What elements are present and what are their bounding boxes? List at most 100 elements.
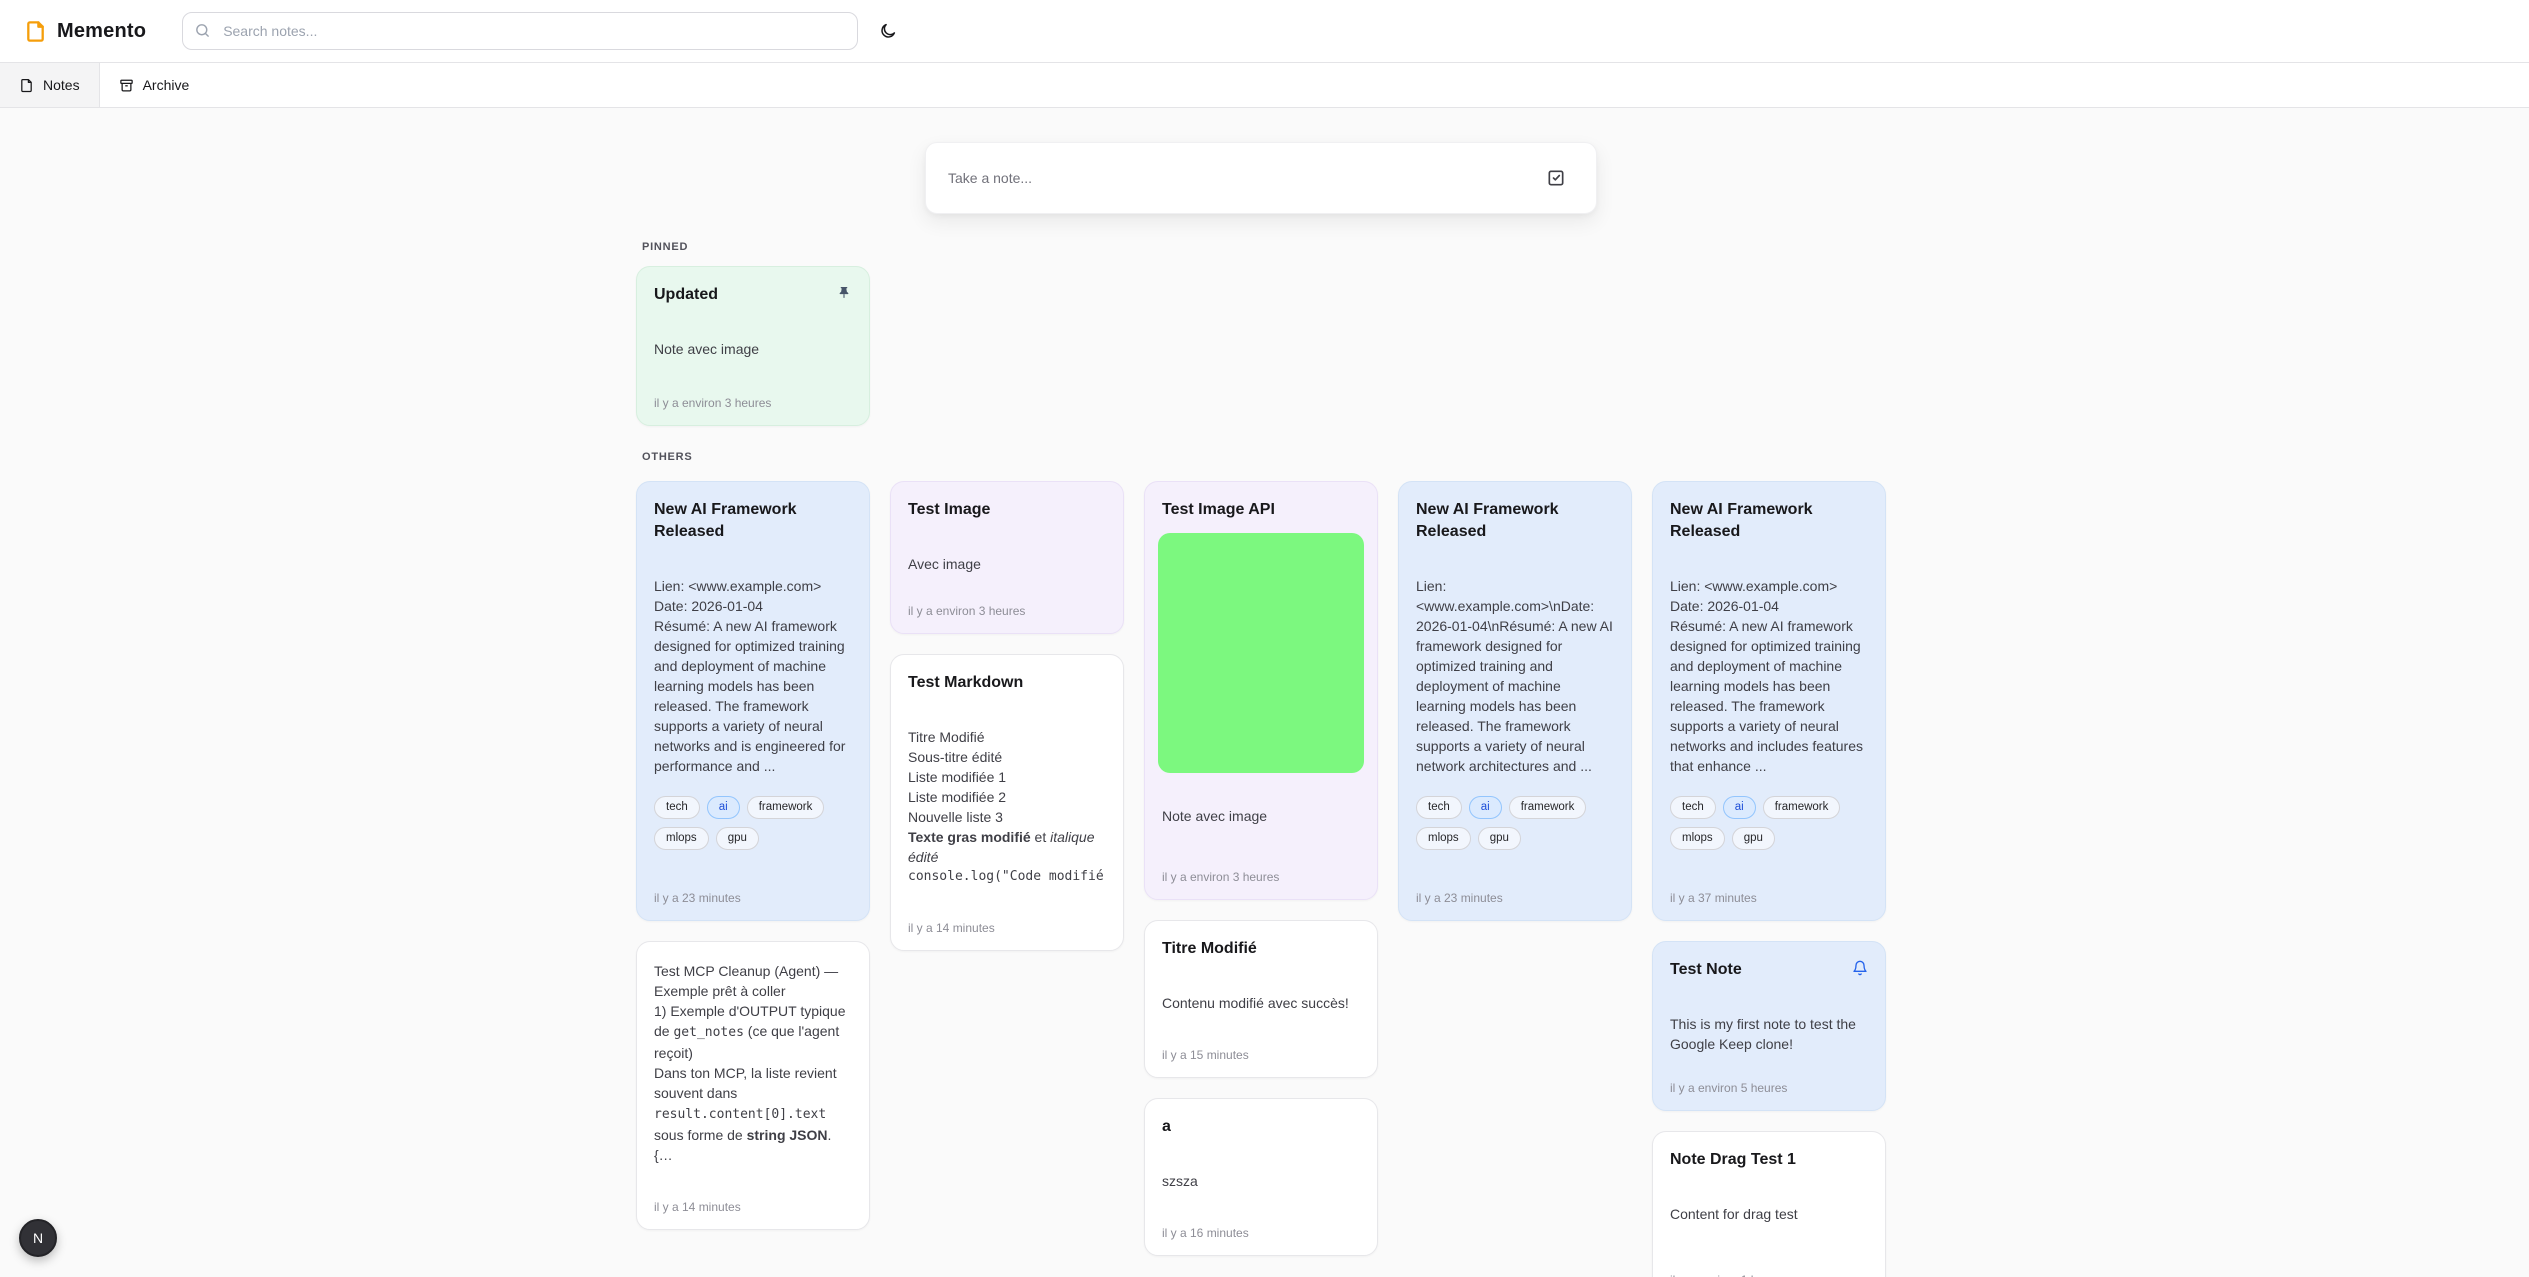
pinned-section-label: PINNED [642, 241, 1886, 253]
note-card-mcp-cleanup[interactable]: Test MCP Cleanup (Agent) — Exemple prêt … [636, 941, 870, 1230]
tag-tech[interactable]: tech [1670, 796, 1716, 819]
note-timestamp: il y a environ 5 heures [1670, 1067, 1868, 1095]
note-title: Titre Modifié [1162, 938, 1360, 960]
app-header: Memento [0, 0, 2529, 63]
note-timestamp: il y a 15 minutes [1162, 1034, 1360, 1062]
tag-gpu[interactable]: gpu [1732, 827, 1775, 850]
tag-tech[interactable]: tech [654, 796, 700, 819]
note-body: Avec image [908, 554, 1106, 574]
note-card-ai-framework-2[interactable]: New AI Framework Released Lien: <www.exa… [1398, 481, 1632, 921]
notes-column-2: Test Image Avec image il y a environ 3 h… [890, 481, 1124, 951]
tab-archive[interactable]: Archive [100, 63, 209, 107]
tag-mlops[interactable]: mlops [1670, 827, 1725, 850]
note-body: szsza [1162, 1171, 1360, 1191]
note-body: Note avec image [654, 339, 852, 359]
note-card-test-markdown[interactable]: Test Markdown Titre Modifié Sous-titre é… [890, 654, 1124, 951]
notes-column-1: New AI Framework Released Lien: <www.exa… [636, 481, 870, 1230]
note-title: Test Image API [1162, 499, 1360, 521]
note-body: Note avec image [1162, 806, 1360, 826]
note-body: Content for drag test [1670, 1204, 1868, 1224]
bell-icon [1852, 960, 1868, 976]
note-card-test-image-api[interactable]: Test Image API Note avec image il y a en… [1144, 481, 1378, 900]
note-body: Lien: <www.example.com>\nDate: 2026-01-0… [1416, 576, 1614, 776]
tag-mlops[interactable]: mlops [654, 827, 709, 850]
tab-archive-label: Archive [143, 77, 190, 93]
tag-list: tech ai framework mlops gpu [1416, 796, 1614, 850]
avatar-initial: N [33, 1230, 43, 1246]
search-icon [194, 22, 211, 44]
note-timestamp: il y a 14 minutes [654, 1186, 852, 1214]
note-image[interactable] [1158, 533, 1364, 773]
notes-grid: New AI Framework Released Lien: <www.exa… [636, 481, 1886, 1277]
tag-gpu[interactable]: gpu [1478, 827, 1521, 850]
pinned-row: Updated Note avec image il y a environ 3… [636, 266, 1886, 426]
note-title: Test Image [908, 499, 1106, 521]
tag-ai[interactable]: ai [1723, 796, 1756, 819]
tag-tech[interactable]: tech [1416, 796, 1462, 819]
notes-column-4: New AI Framework Released Lien: <www.exa… [1398, 481, 1632, 921]
notes-column-5: New AI Framework Released Lien: <www.exa… [1652, 481, 1886, 1277]
note-title: Test Note [1670, 959, 1742, 981]
dark-mode-toggle[interactable] [870, 13, 906, 49]
note-card-ai-framework-1[interactable]: New AI Framework Released Lien: <www.exa… [636, 481, 870, 921]
note-body: Titre Modifié Sous-titre édité Liste mod… [908, 727, 1106, 887]
app-logo: Memento [24, 20, 146, 43]
note-timestamp: il y a 23 minutes [1416, 877, 1614, 905]
unpin-button[interactable] [828, 284, 852, 302]
tag-ai[interactable]: ai [1469, 796, 1502, 819]
moon-icon [879, 22, 897, 40]
app-title: Memento [57, 20, 146, 43]
new-checklist-button[interactable] [1538, 160, 1574, 196]
reminder-button[interactable] [1844, 959, 1868, 977]
tab-bar: Notes Archive [0, 63, 2529, 108]
note-title: New AI Framework Released [1670, 499, 1868, 543]
note-body: Test MCP Cleanup (Agent) — Exemple prêt … [654, 961, 852, 1165]
note-file-icon [24, 20, 47, 43]
note-card-drag-test[interactable]: Note Drag Test 1 Content for drag test i… [1652, 1131, 1886, 1277]
tag-framework[interactable]: framework [1509, 796, 1587, 819]
note-body: Lien: <www.example.com> Date: 2026-01-04… [1670, 576, 1868, 776]
note-timestamp: il y a 23 minutes [654, 877, 852, 905]
tag-framework[interactable]: framework [1763, 796, 1841, 819]
note-timestamp: il y a environ 1 heure [1670, 1259, 1868, 1277]
note-title: Test Markdown [908, 672, 1106, 694]
take-note-input[interactable] [948, 170, 1530, 186]
note-title: New AI Framework Released [1416, 499, 1614, 543]
tag-framework[interactable]: framework [747, 796, 825, 819]
tag-ai[interactable]: ai [707, 796, 740, 819]
tab-notes-label: Notes [43, 77, 80, 93]
tag-gpu[interactable]: gpu [716, 827, 759, 850]
note-timestamp: il y a environ 3 heures [908, 590, 1106, 618]
note-body: This is my first note to test the Google… [1670, 1014, 1868, 1054]
search-bar [182, 12, 858, 50]
pin-icon [836, 285, 852, 301]
checkbox-icon [1546, 168, 1566, 188]
note-card-ai-framework-3[interactable]: New AI Framework Released Lien: <www.exa… [1652, 481, 1886, 921]
note-title: Updated [654, 284, 718, 306]
note-timestamp: il y a environ 3 heures [1162, 856, 1360, 884]
note-timestamp: il y a environ 3 heures [654, 382, 852, 410]
note-card-test-note[interactable]: Test Note This is my first note to test … [1652, 941, 1886, 1111]
archive-icon [119, 78, 134, 93]
note-card-test-image[interactable]: Test Image Avec image il y a environ 3 h… [890, 481, 1124, 634]
file-icon [19, 78, 34, 93]
note-card-a[interactable]: a szsza il y a 16 minutes [1144, 1098, 1378, 1256]
note-body: Contenu modifié avec succès! [1162, 993, 1360, 1013]
main-content: PINNED Updated Note avec image il y a en… [636, 142, 1886, 1277]
tag-list: tech ai framework mlops gpu [1670, 796, 1868, 850]
user-avatar-button[interactable]: N [19, 1219, 57, 1257]
note-timestamp: il y a 14 minutes [908, 907, 1106, 935]
note-timestamp: il y a 37 minutes [1670, 877, 1868, 905]
note-title: New AI Framework Released [654, 499, 852, 543]
note-card-titre-modifie[interactable]: Titre Modifié Contenu modifié avec succè… [1144, 920, 1378, 1078]
note-timestamp: il y a 16 minutes [1162, 1212, 1360, 1240]
note-body: Lien: <www.example.com> Date: 2026-01-04… [654, 576, 852, 776]
note-title: a [1162, 1116, 1360, 1138]
tag-mlops[interactable]: mlops [1416, 827, 1471, 850]
note-composer [925, 142, 1597, 214]
note-title: Note Drag Test 1 [1670, 1149, 1868, 1171]
others-section-label: OTHERS [642, 451, 1886, 463]
tab-notes[interactable]: Notes [0, 63, 100, 107]
search-input[interactable] [182, 12, 858, 50]
note-card-updated[interactable]: Updated Note avec image il y a environ 3… [636, 266, 870, 426]
